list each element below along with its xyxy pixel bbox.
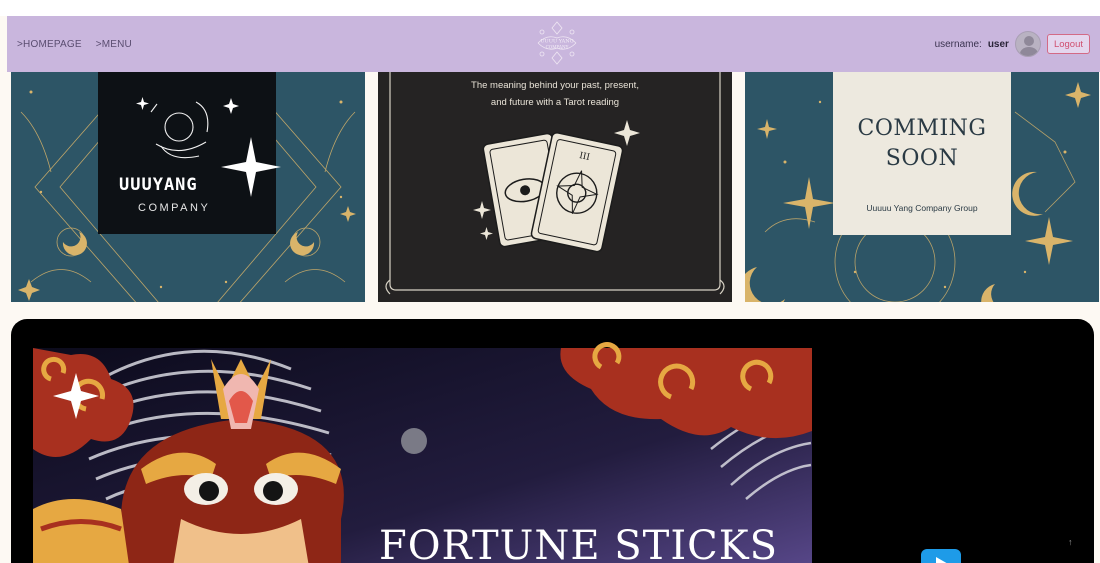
- page: >HOMEPAGE >MENU UUUU YANG COMPANY userna…: [0, 0, 1100, 563]
- logo-line2: COMPANY: [546, 45, 569, 50]
- nav-links: >HOMEPAGE >MENU: [17, 16, 132, 72]
- coming-title-line2: SOON: [885, 146, 959, 171]
- card-coming-soon[interactable]: COMMING SOON Uuuuu Yang Company Group: [745, 72, 1099, 302]
- fortune-sticks-title: FORTUNE STICKS: [379, 523, 779, 563]
- card-tarot-reading[interactable]: III The meaning behind your past, presen…: [378, 72, 732, 302]
- tarot-text-line1: The meaning behind your past, present,: [471, 80, 639, 91]
- coming-soon-title: COMMING SOON: [833, 114, 1011, 174]
- card-brand-text: UUUYANG: [119, 175, 198, 195]
- tarot-text-line2: and future with a Tarot reading: [490, 97, 620, 108]
- coming-title-line1: COMMING: [857, 116, 987, 141]
- logo-emblem-icon: UUUU YANG COMPANY: [537, 21, 577, 65]
- card-company-text: COMPANY: [138, 202, 211, 214]
- navbar: >HOMEPAGE >MENU UUUU YANG COMPANY userna…: [7, 16, 1100, 72]
- top-strip: [0, 0, 1100, 16]
- nav-homepage-link[interactable]: >HOMEPAGE: [17, 39, 82, 50]
- tarot-description: The meaning behind your past, present, a…: [378, 77, 732, 111]
- company-logo[interactable]: UUUU YANG COMPANY: [532, 20, 582, 66]
- user-area: username: user Logout: [935, 16, 1090, 72]
- logout-button[interactable]: Logout: [1046, 34, 1090, 54]
- user-avatar-icon[interactable]: [1014, 31, 1041, 57]
- nav-menu-link[interactable]: >MENU: [96, 39, 132, 50]
- arrow-up-icon[interactable]: ↑: [1068, 537, 1073, 547]
- username-value: user: [987, 38, 1009, 50]
- card-uuuyang-company[interactable]: UUUYANG COMPANY: [11, 72, 365, 302]
- play-icon[interactable]: [921, 549, 961, 563]
- username-label: username:: [934, 38, 982, 50]
- coming-soon-subtitle: Uuuuu Yang Company Group: [866, 203, 978, 213]
- fortune-sticks-banner[interactable]: FORTUNE STICKS ↑: [11, 319, 1094, 563]
- coming-soon-panel: COMMING SOON Uuuuu Yang Company Group: [833, 72, 1011, 235]
